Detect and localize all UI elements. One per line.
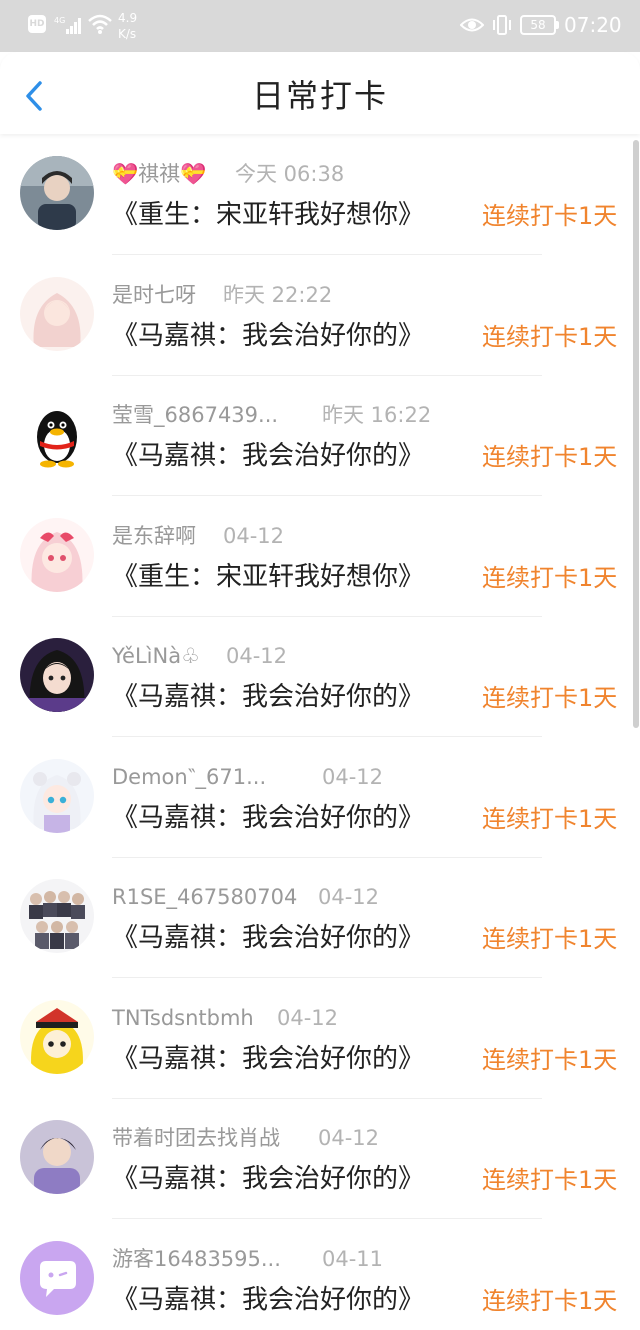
avatar[interactable] bbox=[20, 517, 94, 592]
list-item[interactable]: 游客16483595... 04-11 《马嘉祺：我会治好你的》 连续打卡1天 bbox=[0, 1221, 632, 1330]
user-name: Demon‶_671... bbox=[112, 764, 267, 789]
checkin-time: 04-12 bbox=[322, 764, 384, 789]
divider bbox=[112, 374, 542, 376]
list-item[interactable]: YěLìNà♧ 04-12 《马嘉祺：我会治好你的》 连续打卡1天 bbox=[0, 618, 632, 739]
streak-label: 连续打卡1天 bbox=[482, 1166, 618, 1194]
avatar[interactable] bbox=[20, 397, 94, 471]
anime-boy-avatar-icon bbox=[20, 999, 94, 1074]
divider bbox=[112, 736, 542, 737]
page-title: 日常打卡 bbox=[251, 77, 388, 115]
photo-avatar-icon bbox=[20, 1120, 94, 1194]
cellular-signal-icon: 4G bbox=[54, 16, 81, 34]
streak-label: 连续打卡1天 bbox=[482, 925, 618, 953]
hd-icon: HD bbox=[28, 15, 46, 33]
clock: 07:20 bbox=[564, 13, 622, 37]
list-item[interactable]: 带着时团去找肖战 04-12 《马嘉祺：我会治好你的》 连续打卡1天 bbox=[0, 1100, 632, 1221]
checkin-time: 04-12 bbox=[318, 1126, 380, 1150]
checkin-time: 04-12 bbox=[223, 523, 285, 548]
anime-girl-avatar-icon bbox=[20, 276, 94, 351]
user-name: 💝祺祺💝 bbox=[112, 162, 207, 186]
scrollbar-thumb[interactable] bbox=[633, 140, 639, 728]
book-title[interactable]: 《马嘉祺：我会治好你的》 bbox=[112, 680, 424, 714]
wifi-icon bbox=[88, 14, 112, 34]
checkin-time: 昨天 22:22 bbox=[223, 282, 333, 307]
streak-label: 连续打卡1天 bbox=[482, 1045, 618, 1074]
avatar[interactable] bbox=[20, 156, 94, 230]
user-name: 莹雪_6867439... bbox=[112, 403, 279, 427]
book-title[interactable]: 《重生：宋亚轩我好想你》 bbox=[112, 198, 424, 232]
battery-tip bbox=[556, 21, 559, 29]
divider bbox=[112, 1097, 542, 1099]
network-speed: 4.9 K/s bbox=[118, 11, 138, 41]
book-title[interactable]: 《马嘉祺：我会治好你的》 bbox=[112, 921, 424, 955]
avatar[interactable] bbox=[20, 638, 94, 712]
anime-girl-avatar-icon bbox=[20, 517, 94, 592]
book-title[interactable]: 《马嘉祺：我会治好你的》 bbox=[112, 801, 424, 835]
avatar[interactable] bbox=[20, 758, 94, 833]
streak-label: 连续打卡1天 bbox=[482, 443, 618, 471]
divider bbox=[112, 977, 542, 978]
vibrate-icon bbox=[493, 15, 511, 35]
list-item[interactable]: TNTsdsntbmh 04-12 《马嘉祺：我会治好你的》 连续打卡1天 bbox=[0, 980, 632, 1101]
checkin-time: 昨天 16:22 bbox=[322, 403, 432, 427]
status-bar: HD 4G 4.9 K/s 58 07:20 bbox=[0, 0, 640, 52]
book-title[interactable]: 《重生：宋亚轩我好想你》 bbox=[112, 560, 424, 594]
user-name: 是时七呀 bbox=[112, 282, 196, 307]
avatar[interactable] bbox=[20, 1120, 94, 1194]
book-title[interactable]: 《马嘉祺：我会治好你的》 bbox=[112, 319, 424, 353]
user-name: 带着时团去找肖战 bbox=[112, 1126, 280, 1150]
avatar[interactable] bbox=[20, 276, 94, 351]
checkin-time: 04-12 bbox=[226, 644, 288, 668]
checkin-list: 💝祺祺💝 今天 06:38 《重生：宋亚轩我好想你》 连续打卡1天 是时七呀 昨… bbox=[0, 136, 632, 1330]
divider bbox=[112, 254, 542, 255]
battery-indicator: 58 bbox=[520, 15, 556, 35]
svg-text:4G: 4G bbox=[54, 16, 65, 25]
anime-girl-dark-avatar-icon bbox=[20, 638, 94, 712]
eye-icon bbox=[460, 18, 484, 32]
group-photo-avatar-icon bbox=[20, 879, 94, 953]
streak-label: 连续打卡1天 bbox=[482, 322, 618, 351]
list-item[interactable]: R1SE_467580704 04-12 《马嘉祺：我会治好你的》 连续打卡1天 bbox=[0, 859, 632, 980]
user-name: R1SE_467580704 bbox=[112, 885, 298, 909]
checkin-time: 今天 06:38 bbox=[235, 162, 345, 186]
divider bbox=[112, 1218, 542, 1219]
nav-header: 日常打卡 bbox=[0, 52, 640, 134]
divider bbox=[112, 856, 542, 858]
list-item[interactable]: 是时七呀 昨天 22:22 《马嘉祺：我会治好你的》 连续打卡1天 bbox=[0, 257, 632, 378]
chat-bubble-avatar-icon bbox=[20, 1240, 94, 1315]
book-title[interactable]: 《马嘉祺：我会治好你的》 bbox=[112, 439, 424, 473]
list-item[interactable]: 莹雪_6867439... 昨天 16:22 《马嘉祺：我会治好你的》 连续打卡… bbox=[0, 377, 632, 498]
list-item[interactable]: Demon‶_671... 04-12 《马嘉祺：我会治好你的》 连续打卡1天 bbox=[0, 739, 632, 860]
user-name: 游客16483595... bbox=[112, 1246, 281, 1271]
book-title[interactable]: 《马嘉祺：我会治好你的》 bbox=[112, 1042, 424, 1076]
divider bbox=[112, 615, 542, 617]
avatar[interactable] bbox=[20, 999, 94, 1074]
streak-label: 连续打卡1天 bbox=[482, 804, 618, 833]
user-name: TNTsdsntbmh bbox=[112, 1005, 254, 1030]
streak-label: 连续打卡1天 bbox=[482, 202, 618, 230]
book-title[interactable]: 《马嘉祺：我会治好你的》 bbox=[112, 1162, 424, 1196]
divider bbox=[112, 495, 542, 496]
user-name: 是东辞啊 bbox=[112, 523, 196, 548]
streak-label: 连续打卡1天 bbox=[482, 1286, 618, 1315]
anime-girl-avatar-icon bbox=[20, 758, 94, 833]
user-name: YěLìNà♧ bbox=[112, 644, 200, 668]
streak-label: 连续打卡1天 bbox=[482, 684, 618, 712]
avatar[interactable] bbox=[20, 879, 94, 953]
checkin-time: 04-12 bbox=[318, 885, 380, 909]
penguin-avatar-icon bbox=[20, 397, 94, 471]
list-item[interactable]: 💝祺祺💝 今天 06:38 《重生：宋亚轩我好想你》 连续打卡1天 bbox=[0, 136, 632, 257]
photo-avatar-icon bbox=[20, 156, 94, 230]
checkin-time: 04-11 bbox=[322, 1246, 384, 1271]
avatar[interactable] bbox=[20, 1240, 94, 1315]
checkin-time: 04-12 bbox=[277, 1005, 339, 1030]
streak-label: 连续打卡1天 bbox=[482, 563, 618, 592]
list-item[interactable]: 是东辞啊 04-12 《重生：宋亚轩我好想你》 连续打卡1天 bbox=[0, 498, 632, 619]
book-title[interactable]: 《马嘉祺：我会治好你的》 bbox=[112, 1283, 424, 1317]
